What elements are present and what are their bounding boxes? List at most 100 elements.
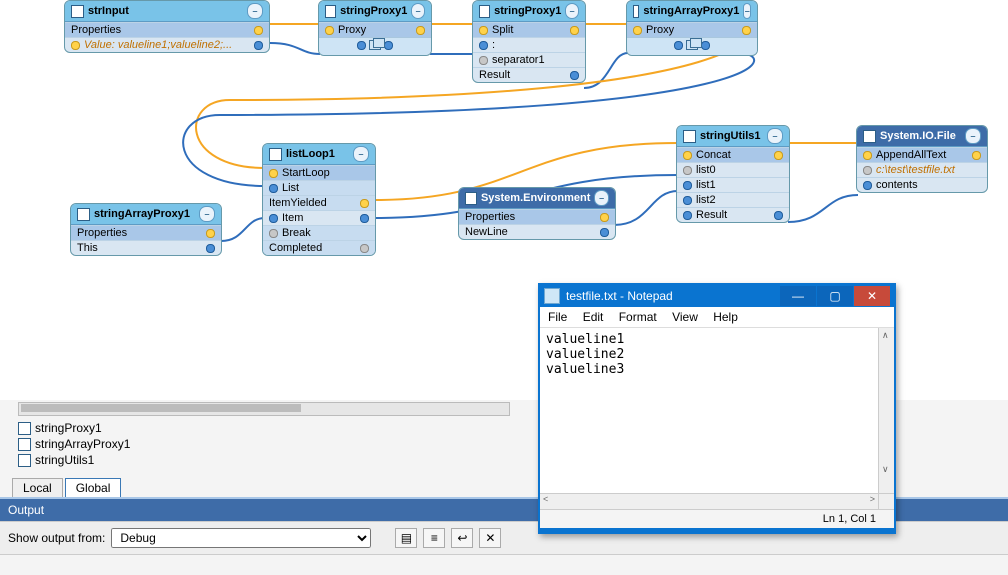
list-item-label: stringProxy1 [35, 421, 102, 435]
port-in[interactable] [683, 166, 692, 175]
port-out[interactable] [570, 71, 579, 80]
port-out[interactable] [570, 26, 579, 35]
node-strInput[interactable]: strInput– Properties Value: valueline1;v… [64, 0, 270, 53]
node-stringProxy1-split[interactable]: stringProxy1– Split : separator1 Result [472, 0, 586, 83]
node-stringUtils1[interactable]: stringUtils1– Concat list0 list1 list2 R… [676, 125, 790, 223]
collapse-icon[interactable]: – [743, 3, 751, 19]
port-in[interactable] [71, 41, 80, 50]
port-in[interactable] [269, 214, 278, 223]
collapse-icon[interactable]: – [965, 128, 981, 144]
port-out[interactable] [742, 26, 751, 35]
node-path: c:\test\testfile.txt [876, 164, 955, 176]
node-stringProxy1-proxy[interactable]: stringProxy1– Proxy [318, 0, 432, 56]
port-in[interactable] [683, 151, 692, 160]
port-out[interactable] [360, 214, 369, 223]
port-out[interactable] [206, 229, 215, 238]
collapse-icon[interactable]: – [411, 3, 425, 19]
node-title: strInput [88, 5, 129, 17]
port-out[interactable] [206, 244, 215, 253]
menu-edit[interactable]: Edit [583, 310, 604, 324]
list-item[interactable]: stringArrayProxy1 [18, 436, 528, 452]
notepad-textarea[interactable]: valueline1 valueline2 valueline3 [540, 328, 878, 493]
node-listLoop1[interactable]: listLoop1– StartLoop List ItemYielded It… [262, 143, 376, 256]
toolbar-button[interactable]: ▤ [395, 528, 417, 548]
class-icon [863, 130, 876, 143]
notepad-titlebar[interactable]: testfile.txt - Notepad — ▢ ✕ [540, 285, 894, 307]
port-out[interactable] [972, 151, 981, 160]
port-in[interactable] [357, 41, 366, 50]
port-out[interactable] [254, 26, 263, 35]
port-out[interactable] [600, 228, 609, 237]
port-in[interactable] [683, 181, 692, 190]
collapse-icon[interactable]: – [767, 128, 783, 144]
maximize-button[interactable]: ▢ [817, 286, 853, 306]
toolbar-button[interactable]: ↩ [451, 528, 473, 548]
port-in[interactable] [325, 26, 334, 35]
port-in[interactable] [479, 41, 488, 50]
notepad-menubar: File Edit Format View Help [540, 307, 894, 328]
status-text: Ln 1, Col 1 [823, 513, 876, 525]
notepad-icon [544, 288, 560, 304]
list-item[interactable]: stringUtils1 [18, 452, 528, 468]
menu-file[interactable]: File [548, 310, 567, 324]
row-label: ItemYielded [269, 197, 327, 209]
tab-local[interactable]: Local [12, 478, 63, 498]
port-in[interactable] [269, 169, 278, 178]
port-out[interactable] [701, 41, 710, 50]
notepad-h-scrollbar[interactable] [540, 494, 878, 509]
notepad-window[interactable]: testfile.txt - Notepad — ▢ ✕ File Edit F… [538, 283, 896, 534]
port-in[interactable] [683, 211, 692, 220]
menu-format[interactable]: Format [619, 310, 657, 324]
node-sub: Properties [465, 211, 515, 223]
port-in[interactable] [479, 56, 488, 65]
scrollbar-thumb[interactable] [21, 404, 301, 412]
output-source-select[interactable]: Debug [111, 528, 371, 548]
port-out[interactable] [600, 213, 609, 222]
port-in[interactable] [674, 41, 683, 50]
menu-help[interactable]: Help [713, 310, 738, 324]
port-in[interactable] [269, 184, 278, 193]
close-button[interactable]: ✕ [854, 286, 890, 306]
node-system-environment[interactable]: System.Environment– Properties NewLine [458, 187, 616, 240]
list-item-label: stringArrayProxy1 [35, 437, 130, 451]
port-out[interactable] [384, 41, 393, 50]
port-out[interactable] [360, 199, 369, 208]
chain-icon [686, 40, 698, 50]
minimize-button[interactable]: — [780, 286, 816, 306]
port-out[interactable] [416, 26, 425, 35]
collapse-icon[interactable]: – [199, 206, 215, 222]
node-title: System.Environment [481, 192, 590, 204]
port-in[interactable] [863, 151, 872, 160]
collapse-icon[interactable]: – [353, 146, 369, 162]
port-in[interactable] [863, 166, 872, 175]
node-stringArrayProxy1-props[interactable]: stringArrayProxy1– Properties This [70, 203, 222, 256]
node-system-io-file[interactable]: System.IO.File– AppendAllText c:\test\te… [856, 125, 988, 193]
port-out[interactable] [774, 211, 783, 220]
collapse-icon[interactable]: – [565, 3, 579, 19]
row-label: list0 [696, 164, 716, 176]
list-item[interactable]: stringProxy1 [18, 420, 528, 436]
string-icon [683, 130, 696, 143]
collapse-icon[interactable]: – [247, 3, 263, 19]
port-in[interactable] [479, 26, 488, 35]
objects-list: stringProxy1 stringArrayProxy1 stringUti… [18, 420, 528, 468]
menu-view[interactable]: View [672, 310, 698, 324]
row-label: This [77, 242, 98, 254]
toolbar-button[interactable]: ✕ [479, 528, 501, 548]
row-label: list2 [696, 194, 716, 206]
notepad-v-scrollbar[interactable] [878, 328, 894, 493]
collapse-icon[interactable]: – [594, 190, 609, 206]
port-in[interactable] [863, 181, 872, 190]
port-out[interactable] [360, 244, 369, 253]
toolbar-button[interactable]: ≡ [423, 528, 445, 548]
port-out[interactable] [774, 151, 783, 160]
port-out[interactable] [254, 41, 263, 50]
canvas-h-scrollbar[interactable] [18, 402, 510, 416]
port-in[interactable] [683, 196, 692, 205]
port-in[interactable] [269, 229, 278, 238]
row-label: separator1 [492, 54, 545, 66]
node-stringArrayProxy1-proxy[interactable]: stringArrayProxy1– Proxy [626, 0, 758, 56]
port-in[interactable] [633, 26, 642, 35]
tab-global[interactable]: Global [65, 478, 122, 498]
row-label: NewLine [465, 226, 508, 238]
